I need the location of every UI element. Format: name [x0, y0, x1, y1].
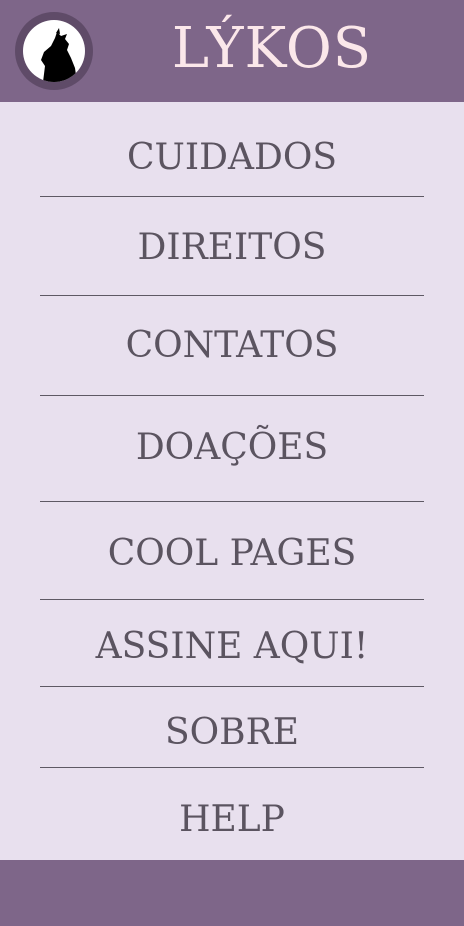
menu-item-help[interactable]: HELP: [0, 802, 464, 838]
menu-divider: [40, 395, 424, 396]
howling-wolf-icon: [23, 20, 85, 82]
menu-item-cool-pages[interactable]: COOL PAGES: [0, 536, 464, 572]
app-title: LÝKOS: [171, 16, 373, 81]
menu-divider: [40, 501, 424, 502]
menu-item-cuidados[interactable]: CUIDADOS: [0, 140, 464, 176]
main-menu: CUIDADOS DIREITOS CONTATOS DOAÇÕES COOL …: [0, 102, 464, 860]
menu-divider: [40, 686, 424, 687]
logo[interactable]: [15, 12, 93, 90]
menu-divider: [40, 599, 424, 600]
menu-item-sobre[interactable]: SOBRE: [0, 715, 464, 751]
menu-divider: [40, 196, 424, 197]
footer-bar: [0, 860, 464, 926]
menu-item-assine-aqui[interactable]: ASSINE AQUI!: [0, 629, 464, 665]
menu-item-direitos[interactable]: DIREITOS: [0, 230, 464, 266]
menu-item-doacoes[interactable]: DOAÇÕES: [0, 430, 464, 466]
header-bar: LÝKOS: [0, 0, 464, 102]
menu-item-contatos[interactable]: CONTATOS: [0, 328, 464, 364]
menu-divider: [40, 295, 424, 296]
menu-divider: [40, 767, 424, 768]
